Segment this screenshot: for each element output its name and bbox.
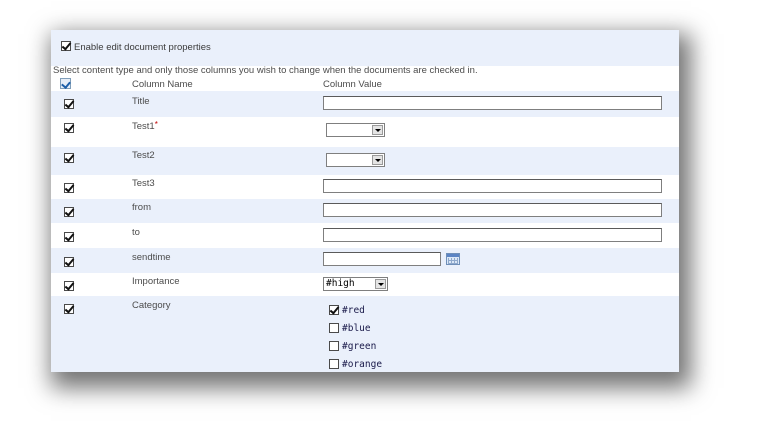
option-label: #orange <box>342 359 383 370</box>
column-name-label: Category <box>132 300 171 311</box>
row-checkbox[interactable] <box>64 304 74 314</box>
to-field[interactable] <box>323 228 662 242</box>
test3-field[interactable] <box>323 179 662 193</box>
test1-select[interactable] <box>326 123 385 137</box>
property-row-test3: Test3 <box>51 175 679 199</box>
select-all-icon[interactable] <box>60 78 71 89</box>
property-row-sendtime: sendtime <box>51 248 679 273</box>
row-checkbox[interactable] <box>64 207 74 217</box>
option-checkbox[interactable] <box>329 341 339 351</box>
option-label: #blue <box>342 323 371 334</box>
option-label: #green <box>342 341 377 352</box>
from-field[interactable] <box>323 203 662 217</box>
chevron-down-icon[interactable] <box>375 279 386 289</box>
importance-select[interactable]: #high <box>323 277 388 291</box>
column-name-label: from <box>132 202 151 213</box>
property-row-title: Title <box>51 91 679 117</box>
chevron-down-icon[interactable] <box>372 125 383 135</box>
option-checkbox[interactable] <box>329 305 339 315</box>
edit-properties-panel: Enable edit document properties Select c… <box>51 30 679 372</box>
option-checkbox[interactable] <box>329 323 339 333</box>
instructions-text: Select content type and only those colum… <box>53 65 478 76</box>
select-value: #high <box>326 278 355 289</box>
row-checkbox[interactable] <box>64 123 74 133</box>
row-checkbox[interactable] <box>64 232 74 242</box>
enable-edit-row: Enable edit document properties <box>51 30 679 66</box>
row-checkbox[interactable] <box>64 257 74 267</box>
property-row-test1: Test1* <box>51 117 679 147</box>
column-name-label: Test1* <box>132 120 158 132</box>
property-row-category: Category #red #blue #green #orange <box>51 296 679 372</box>
column-name-label: Test3 <box>132 178 155 189</box>
row-checkbox[interactable] <box>64 281 74 291</box>
column-name-label: Importance <box>132 276 180 287</box>
row-checkbox[interactable] <box>64 153 74 163</box>
property-row-importance: Importance #high <box>51 273 679 296</box>
calendar-icon[interactable] <box>446 253 460 265</box>
column-name-label: Title <box>132 96 150 107</box>
property-row-test2: Test2 <box>51 147 679 175</box>
required-marker: * <box>154 120 158 129</box>
chevron-down-icon[interactable] <box>372 155 383 165</box>
enable-edit-checkbox[interactable] <box>61 41 71 51</box>
option-label: #red <box>342 305 365 316</box>
column-name-label: to <box>132 227 140 238</box>
column-name-header: Column Name <box>132 79 193 90</box>
column-name-label: Test2 <box>132 150 155 161</box>
column-value-header: Column Value <box>323 79 382 90</box>
column-name-label: sendtime <box>132 252 171 263</box>
column-header-row: Column Name Column Value <box>51 77 679 91</box>
test2-select[interactable] <box>326 153 385 167</box>
property-row-to: to <box>51 223 679 248</box>
property-row-from: from <box>51 199 679 223</box>
option-checkbox[interactable] <box>329 359 339 369</box>
sendtime-date-field[interactable] <box>323 252 441 266</box>
enable-edit-label: Enable edit document properties <box>74 42 211 53</box>
title-field[interactable] <box>323 96 662 110</box>
row-checkbox[interactable] <box>64 183 74 193</box>
row-checkbox[interactable] <box>64 99 74 109</box>
